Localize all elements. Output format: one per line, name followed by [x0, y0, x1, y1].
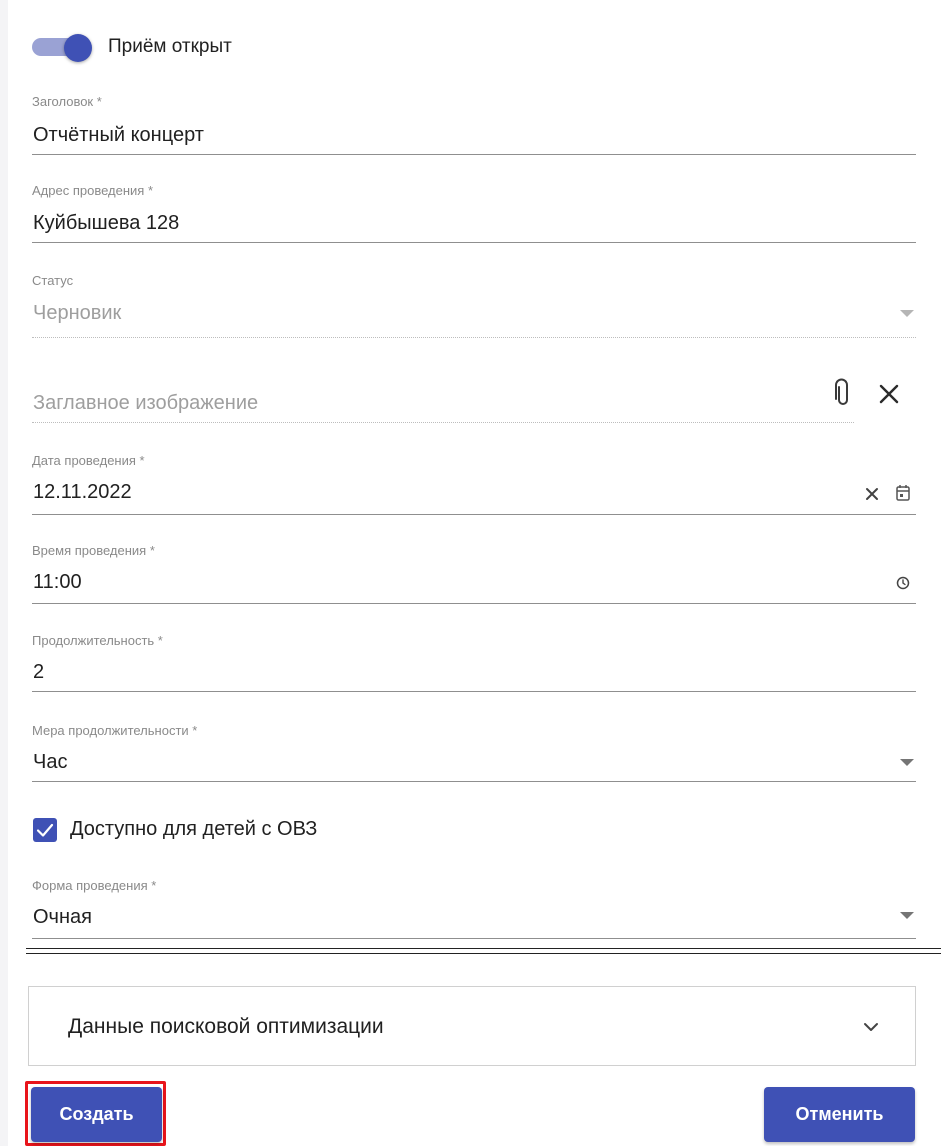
dropdown-arrow-icon[interactable]	[900, 310, 914, 317]
clear-icon[interactable]	[865, 487, 879, 501]
date-underline	[32, 514, 916, 515]
time-underline	[32, 603, 916, 604]
toggle-knob[interactable]	[64, 34, 92, 62]
title-underline	[32, 154, 916, 155]
create-button[interactable]: Создать	[31, 1087, 162, 1142]
cover-image-input[interactable]: Заглавное изображение	[33, 392, 258, 415]
duration-unit-label: Мера продолжительности *	[32, 723, 198, 738]
duration-unit-select[interactable]: Час	[33, 751, 67, 774]
calendar-icon[interactable]	[895, 484, 911, 502]
date-label: Дата проведения *	[32, 453, 145, 468]
address-underline	[32, 242, 916, 243]
duration-input[interactable]: 2	[33, 661, 44, 684]
cover-image-underline	[32, 422, 854, 423]
section-divider	[26, 948, 941, 949]
accessible-checkbox[interactable]	[33, 818, 57, 842]
dropdown-arrow-icon[interactable]	[900, 759, 914, 766]
status-underline	[32, 337, 916, 338]
duration-unit-underline	[32, 781, 916, 782]
paperclip-icon[interactable]	[834, 378, 852, 408]
date-input[interactable]: 12.11.2022	[33, 481, 132, 504]
title-input[interactable]: Отчётный концерт	[33, 124, 204, 147]
seo-panel-title: Данные поисковой оптимизации	[68, 1015, 384, 1038]
time-label: Время проведения *	[32, 543, 155, 558]
title-label: Заголовок *	[32, 94, 102, 109]
address-label: Адрес проведения *	[32, 183, 153, 198]
clock-icon[interactable]	[896, 576, 910, 590]
time-input[interactable]: 11:00	[33, 571, 82, 594]
duration-underline	[32, 691, 916, 692]
event-form-card	[8, 0, 941, 1146]
status-label: Статус	[32, 273, 74, 288]
chevron-down-icon[interactable]	[863, 1022, 879, 1032]
checkmark-icon	[36, 823, 54, 837]
dropdown-arrow-icon[interactable]	[900, 912, 914, 919]
accessible-label[interactable]: Доступно для детей с ОВЗ	[70, 818, 317, 841]
cancel-button[interactable]: Отменить	[764, 1087, 915, 1142]
toggle-label: Приём открыт	[108, 36, 232, 57]
section-divider	[26, 953, 941, 954]
duration-label: Продолжительность *	[32, 633, 163, 648]
format-select[interactable]: Очная	[33, 906, 92, 929]
format-label: Форма проведения *	[32, 878, 157, 893]
status-select[interactable]: Черновик	[33, 302, 121, 325]
close-icon[interactable]	[878, 383, 900, 405]
format-underline	[32, 938, 916, 939]
address-input[interactable]: Куйбышева 128	[33, 212, 179, 235]
